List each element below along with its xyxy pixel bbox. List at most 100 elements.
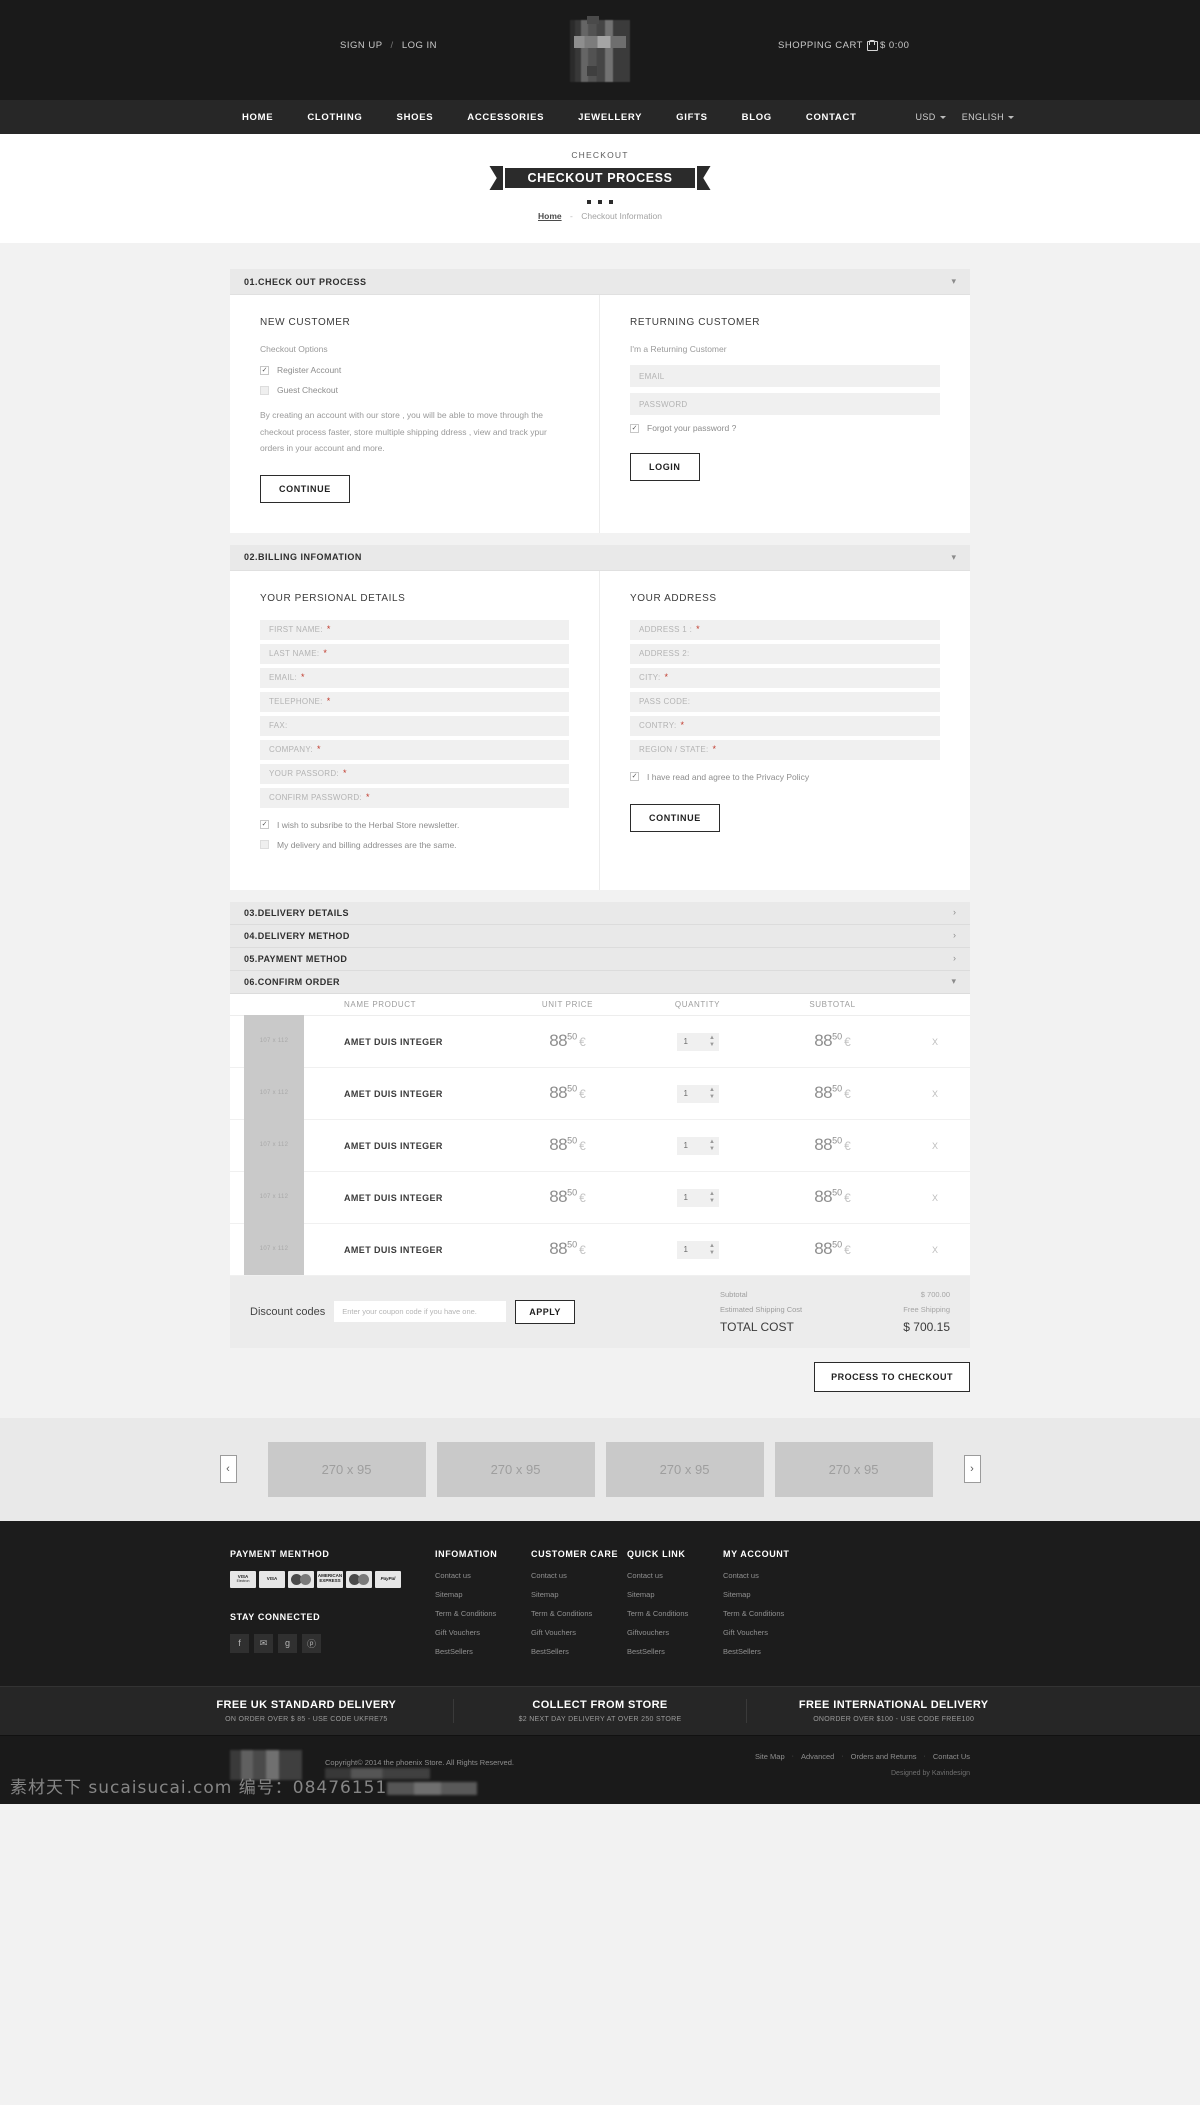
quantity-stepper[interactable]: 1 ▲ ▼ [676,1032,719,1051]
quantity-stepper[interactable]: 1 ▲ ▼ [676,1136,719,1155]
field-email[interactable]: EMAIL: * [260,667,569,688]
new-customer-continue-button[interactable]: CONTINUE [260,474,350,503]
footer-link[interactable]: BestSellers [723,1647,819,1656]
checkbox-checked-icon[interactable]: ✓ [260,820,269,830]
footer-link[interactable]: Sitemap [435,1590,531,1599]
field-country[interactable]: CONTRY: * [630,715,940,736]
chevron-down-icon[interactable]: ▼ [709,1094,715,1100]
step-3-header[interactable]: 03.DELIVERY DETAILS › [230,901,970,925]
checkbox-checked-icon[interactable]: ✓ [630,772,639,782]
language-selector[interactable]: ENGLISH [962,112,1014,122]
advanced-link[interactable]: Advanced [801,1752,834,1761]
apply-coupon-button[interactable]: APPLY [515,1299,575,1324]
carousel-item[interactable]: 270 x 95 [774,1441,933,1497]
remove-item-button[interactable]: X [932,1141,938,1151]
chevron-right-icon[interactable]: › [953,908,956,917]
twitter-icon[interactable]: ✉ [254,1633,273,1653]
chevron-up-icon[interactable]: ▲ [709,1243,715,1249]
field-confirm-password[interactable]: CONFIRM PASSWORD: * [260,787,569,808]
sign-up-link[interactable]: SIGN UP [340,40,382,51]
shopping-cart[interactable]: SHOPPING CART $ 0:00 [778,40,909,51]
checkbox-unchecked-icon[interactable] [260,385,269,395]
footer-link[interactable]: Gift Vouchers [435,1628,531,1637]
product-name[interactable]: AMET DUIS INTEGER [344,1141,443,1151]
chevron-down-icon[interactable]: ▾ [951,277,956,286]
site-map-link[interactable]: Site Map [755,1752,785,1761]
footer-link[interactable]: Gift Vouchers [723,1628,819,1637]
chevron-down-icon[interactable]: ▾ [951,552,956,562]
footer-link[interactable]: BestSellers [531,1647,627,1656]
remove-item-button[interactable]: X [932,1193,938,1203]
breadcrumb-home[interactable]: Home [538,211,562,221]
footer-link[interactable]: Term & Conditions [531,1609,627,1618]
nav-item-blog[interactable]: BLOG [725,112,789,123]
remove-item-button[interactable]: X [932,1089,938,1099]
stepper-arrows[interactable]: ▲ ▼ [706,1241,719,1259]
login-email-input[interactable]: EMAIL [630,365,940,387]
forgot-password-row[interactable]: ✓ Forgot your password ? [630,423,940,433]
store-logo[interactable] [570,20,630,82]
quantity-stepper[interactable]: 1 ▲ ▼ [676,1084,719,1103]
coupon-code-input[interactable]: Enter your coupon code if you have one. [334,1301,507,1323]
step-6-header[interactable]: 06.CONFIRM ORDER ▾ [230,970,970,994]
footer-link[interactable]: BestSellers [627,1647,723,1656]
product-thumbnail[interactable]: 107 x 112 [244,1067,304,1120]
chevron-down-icon[interactable]: ▼ [709,1146,715,1152]
footer-link[interactable]: Contact us [627,1571,723,1580]
field-fax[interactable]: FAX: [260,715,569,736]
quantity-value[interactable]: 1 [677,1033,706,1051]
remove-item-button[interactable]: X [932,1245,938,1255]
carousel-next-button[interactable]: › [963,1455,981,1484]
chevron-up-icon[interactable]: ▲ [709,1087,715,1093]
chevron-down-icon[interactable]: ▼ [709,1198,715,1204]
footer-link[interactable]: Term & Conditions [435,1609,531,1618]
product-thumbnail[interactable]: 107 x 112 [244,1223,304,1276]
step-4-header[interactable]: 04.DELIVERY METHOD › [230,924,970,948]
carousel-item[interactable]: 270 x 95 [267,1441,426,1497]
stepper-arrows[interactable]: ▲ ▼ [706,1189,719,1207]
forgot-password-link[interactable]: Forgot your password ? [647,423,736,433]
nav-item-jewellery[interactable]: JEWELLERY [561,112,659,123]
footer-link[interactable]: Sitemap [531,1590,627,1599]
product-thumbnail[interactable]: 107 x 112 [244,1171,304,1224]
field-last-name[interactable]: LAST NAME: * [260,643,569,664]
chevron-up-icon[interactable]: ▲ [709,1191,715,1197]
field-pass-code[interactable]: PASS CODE: [630,691,940,712]
carousel-prev-button[interactable]: ‹ [219,1455,237,1484]
pinterest-icon[interactable]: ⓟ [302,1633,321,1653]
chevron-down-icon[interactable]: ▾ [951,977,956,986]
chevron-down-icon[interactable]: ▼ [709,1250,715,1256]
footer-link[interactable]: Contact us [435,1571,531,1580]
nav-item-clothing[interactable]: CLOTHING [290,112,379,123]
newsletter-option[interactable]: ✓ I wish to subsribe to the Herbal Store… [260,820,569,830]
quantity-value[interactable]: 1 [677,1241,706,1259]
same-address-option[interactable]: My delivery and billing addresses are th… [260,840,569,850]
footer-link[interactable]: Contact us [531,1571,627,1580]
chevron-right-icon[interactable]: › [953,931,956,940]
footer-link[interactable]: Term & Conditions [627,1609,723,1618]
stepper-arrows[interactable]: ▲ ▼ [706,1033,719,1051]
footer-link[interactable]: BestSellers [435,1647,531,1656]
footer-link[interactable]: Giftvouchers [627,1628,723,1637]
process-to-checkout-button[interactable]: PROCESS TO CHECKOUT [814,1361,970,1392]
chevron-down-icon[interactable]: ▼ [709,1042,715,1048]
nav-item-gifts[interactable]: GIFTS [659,112,724,123]
register-account-option[interactable]: ✓ Register Account [260,365,569,375]
footer-link[interactable]: Term & Conditions [723,1609,819,1618]
nav-item-shoes[interactable]: SHOES [380,112,451,123]
remove-item-button[interactable]: X [932,1037,938,1047]
privacy-policy-option[interactable]: ✓ I have read and agree to the Privacy P… [630,772,940,782]
stepper-arrows[interactable]: ▲ ▼ [706,1137,719,1155]
contact-us-link[interactable]: Contact Us [933,1752,970,1761]
product-name[interactable]: AMET DUIS INTEGER [344,1037,443,1047]
checkbox-unchecked-icon[interactable] [260,840,269,850]
quantity-value[interactable]: 1 [677,1085,706,1103]
product-name[interactable]: AMET DUIS INTEGER [344,1089,443,1099]
step-5-header[interactable]: 05.PAYMENT METHOD › [230,947,970,971]
facebook-icon[interactable]: f [230,1633,249,1653]
field-company[interactable]: COMPANY: * [260,739,569,760]
step-1-header[interactable]: 01.CHECK OUT PROCESS ▾ [230,269,970,295]
footer-link[interactable]: Gift Vouchers [531,1628,627,1637]
chevron-up-icon[interactable]: ▲ [709,1139,715,1145]
quantity-stepper[interactable]: 1 ▲ ▼ [676,1188,719,1207]
